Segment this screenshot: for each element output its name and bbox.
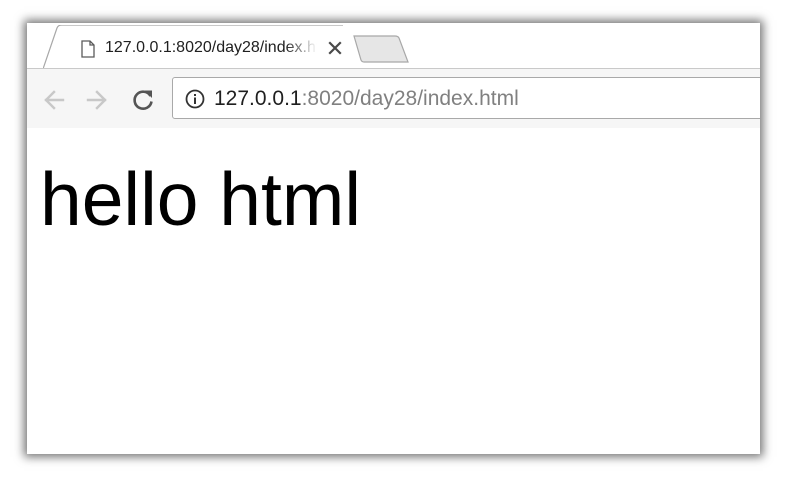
close-icon[interactable]: [326, 39, 344, 57]
arrow-left-icon[interactable]: [41, 86, 69, 114]
page-icon: [81, 40, 95, 58]
toolbar: 127.0.0.1:8020/day28/index.html: [27, 68, 760, 129]
address-bar[interactable]: 127.0.0.1:8020/day28/index.html: [172, 77, 760, 119]
tab-strip: 127.0.0.1:8020/day28/index.html: [27, 23, 760, 69]
url-host: 127.0.0.1: [214, 87, 302, 110]
browser-window: 127.0.0.1:8020/day28/index.html 127.0.0.…: [27, 23, 760, 454]
url-text: 127.0.0.1:8020/day28/index.html: [214, 87, 519, 111]
url-path: :8020/day28/index.html: [301, 87, 519, 110]
arrow-right-icon[interactable]: [83, 86, 111, 114]
info-icon[interactable]: [185, 89, 205, 109]
page-heading: hello html: [40, 157, 361, 241]
tab-active[interactable]: 127.0.0.1:8020/day28/index.html: [43, 25, 343, 69]
new-tab-button[interactable]: [353, 35, 409, 63]
reload-icon[interactable]: [129, 86, 157, 114]
tab-title: 127.0.0.1:8020/day28/index.html: [105, 39, 317, 56]
page-viewport: hello html: [27, 128, 760, 454]
